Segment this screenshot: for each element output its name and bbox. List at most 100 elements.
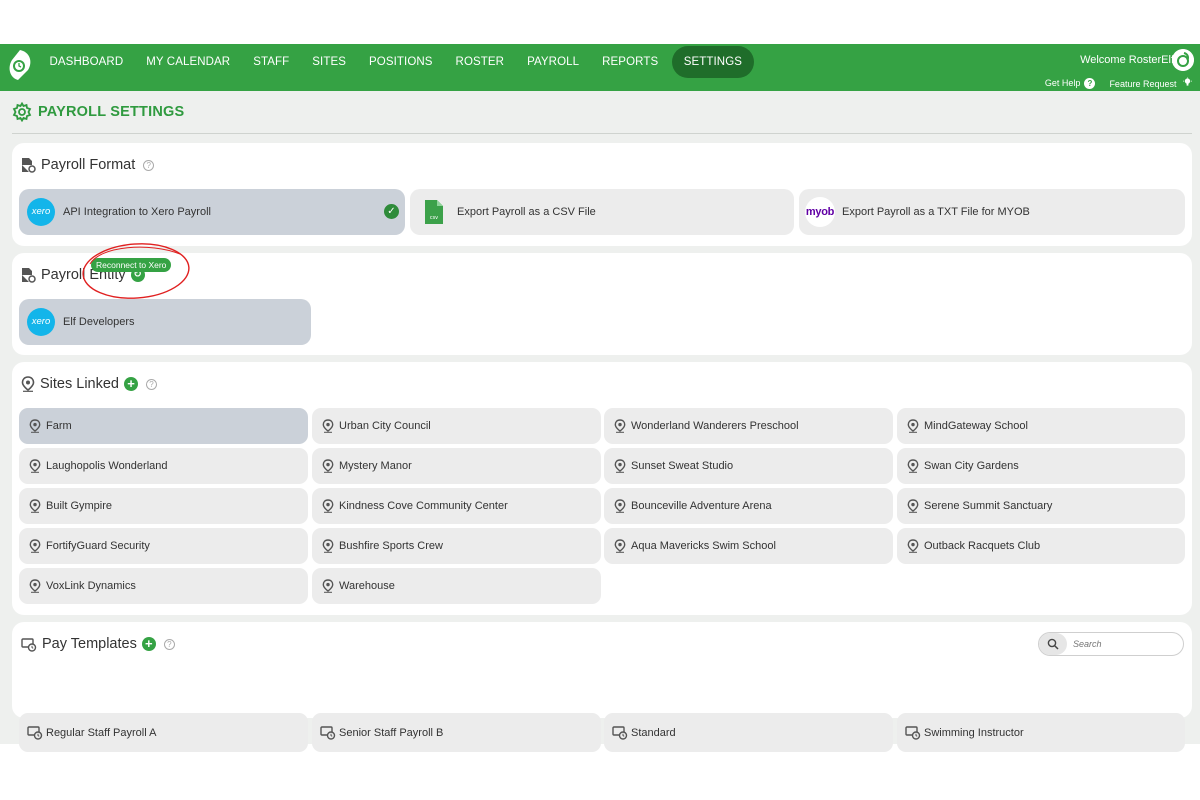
site-name: VoxLink Dynamics (46, 580, 136, 592)
pay-template-name: Swimming Instructor (924, 726, 1024, 739)
site-tile[interactable]: Bushfire Sports Crew (312, 528, 601, 564)
format-option-label: API Integration to Xero Payroll (63, 206, 211, 218)
format-option-xero[interactable]: xero API Integration to Xero Payroll ✓ (19, 189, 405, 235)
site-name: Wonderland Wanderers Preschool (631, 420, 799, 432)
pay-template-tile[interactable]: Swimming Instructor (897, 713, 1185, 752)
location-pin-icon (322, 539, 334, 553)
site-tile[interactable]: FortifyGuard Security (19, 528, 308, 564)
main-nav: DASHBOARD MY CALENDAR STAFF SITES POSITI… (38, 44, 755, 80)
site-name: Bushfire Sports Crew (339, 540, 443, 552)
location-pin-icon (29, 579, 41, 593)
search-icon[interactable] (1039, 633, 1067, 655)
pay-template-tile[interactable]: Regular Staff Payroll A (19, 713, 308, 752)
location-pin-icon (21, 376, 35, 392)
location-pin-icon (614, 459, 626, 473)
site-name: Farm (46, 420, 72, 432)
location-pin-icon (907, 459, 919, 473)
site-name: FortifyGuard Security (46, 540, 150, 552)
nav-staff[interactable]: STAFF (242, 44, 301, 80)
site-tile[interactable]: MindGateway School (897, 408, 1185, 444)
add-site-icon[interactable]: + (124, 377, 138, 391)
rosterelf-logo-icon[interactable] (6, 48, 34, 82)
gear-icon (12, 102, 32, 122)
site-tile[interactable]: Aqua Mavericks Swim School (604, 528, 893, 564)
site-name: MindGateway School (924, 420, 1028, 432)
sites-linked-header: Sites Linked + ? (21, 376, 157, 392)
location-pin-icon (614, 499, 626, 513)
pay-template-name: Senior Staff Payroll B (339, 726, 444, 739)
nav-payroll[interactable]: PAYROLL (516, 44, 591, 80)
sites-linked-title: Sites Linked (40, 376, 119, 392)
document-settings-icon (22, 268, 36, 283)
pay-template-icon (905, 726, 921, 740)
feature-request-label: Feature Request (1109, 79, 1177, 89)
nav-sites[interactable]: SITES (301, 44, 358, 80)
site-name: Built Gympire (46, 500, 113, 512)
site-name: Kindness Cove Community Center (339, 500, 508, 512)
site-name: Mystery Manor (339, 460, 412, 472)
nav-my-calendar[interactable]: MY CALENDAR (135, 44, 242, 80)
site-tile[interactable]: Swan City Gardens (897, 448, 1185, 484)
site-tile[interactable]: Outback Racquets Club (897, 528, 1185, 564)
location-pin-icon (322, 579, 334, 593)
nav-roster[interactable]: ROSTER (444, 44, 516, 80)
location-pin-icon (907, 419, 919, 433)
nav-positions[interactable]: POSITIONS (358, 44, 445, 80)
csv-file-icon: csv (425, 200, 443, 224)
xero-logo-icon: xero (27, 308, 55, 336)
site-name: Outback Racquets Club (924, 540, 1041, 552)
nav-reports[interactable]: REPORTS (591, 44, 670, 80)
site-tile[interactable]: Urban City Council (312, 408, 601, 444)
top-nav-bar: DASHBOARD MY CALENDAR STAFF SITES POSITI… (0, 44, 1200, 91)
entity-option-elf-developers[interactable]: xero Elf Developers (19, 299, 311, 345)
lightbulb-icon (1183, 77, 1192, 86)
location-pin-icon (322, 419, 334, 433)
pay-templates-title: Pay Templates (42, 636, 137, 652)
pay-template-icon (612, 726, 628, 740)
help-icon: ? (1084, 77, 1096, 89)
payroll-format-card: Payroll Format ? xero API Integration to… (12, 143, 1192, 246)
nav-dashboard[interactable]: DASHBOARD (38, 44, 135, 80)
help-circle-icon[interactable]: ? (146, 378, 157, 390)
pay-template-tile[interactable]: Standard (604, 713, 893, 752)
checkmark-icon: ✓ (384, 204, 399, 219)
location-pin-icon (322, 459, 334, 473)
site-tile[interactable]: Bounceville Adventure Arena (604, 488, 893, 524)
format-option-label: Export Payroll as a CSV File (457, 206, 596, 218)
pay-template-icon (320, 726, 336, 740)
get-help-link[interactable]: Get Help? (1045, 77, 1096, 89)
site-tile[interactable]: Sunset Sweat Studio (604, 448, 893, 484)
template-search-input[interactable] (1067, 639, 1167, 649)
pay-template-name: Standard (631, 726, 676, 739)
site-tile[interactable]: VoxLink Dynamics (19, 568, 308, 604)
feature-request-link[interactable]: Feature Request (1109, 77, 1192, 89)
pay-template-tile[interactable]: Senior Staff Payroll B (312, 713, 601, 752)
site-tile[interactable]: Built Gympire (19, 488, 308, 524)
site-tile[interactable]: Mystery Manor (312, 448, 601, 484)
format-option-myob[interactable]: myob Export Payroll as a TXT File for MY… (799, 189, 1185, 235)
pay-templates-card: Pay Templates + ? Regular Staff Payroll … (12, 622, 1192, 752)
help-circle-icon[interactable]: ? (163, 638, 175, 650)
location-pin-icon (614, 539, 626, 553)
help-circle-icon[interactable]: ? (143, 159, 155, 171)
pay-template-icon (21, 637, 37, 652)
location-pin-icon (322, 499, 334, 513)
site-tile[interactable]: Serene Summit Sanctuary (897, 488, 1185, 524)
format-option-label: Export Payroll as a TXT File for MYOB (842, 206, 1030, 218)
nav-settings[interactable]: SETTINGS (671, 46, 755, 78)
page-header: PAYROLL SETTINGS (12, 102, 184, 122)
help-links: Get Help? Feature Request (1045, 77, 1192, 89)
site-tile[interactable]: Kindness Cove Community Center (312, 488, 601, 524)
site-tile[interactable]: Wonderland Wanderers Preschool (604, 408, 893, 444)
myob-logo-icon: myob (805, 197, 835, 227)
site-tile[interactable]: Farm (19, 408, 308, 444)
format-option-csv[interactable]: csv Export Payroll as a CSV File (410, 189, 794, 235)
user-avatar-icon[interactable] (1172, 49, 1194, 71)
add-template-icon[interactable]: + (141, 637, 156, 651)
site-tile[interactable]: Warehouse (312, 568, 601, 604)
site-tile[interactable]: Laughopolis Wonderland (19, 448, 308, 484)
app-shell: DASHBOARD MY CALENDAR STAFF SITES POSITI… (0, 44, 1200, 752)
sites-linked-card: Sites Linked + ? Farm Urban City Council W… (12, 362, 1192, 615)
highlight-circle-annotation (82, 243, 190, 299)
location-pin-icon (907, 539, 919, 553)
